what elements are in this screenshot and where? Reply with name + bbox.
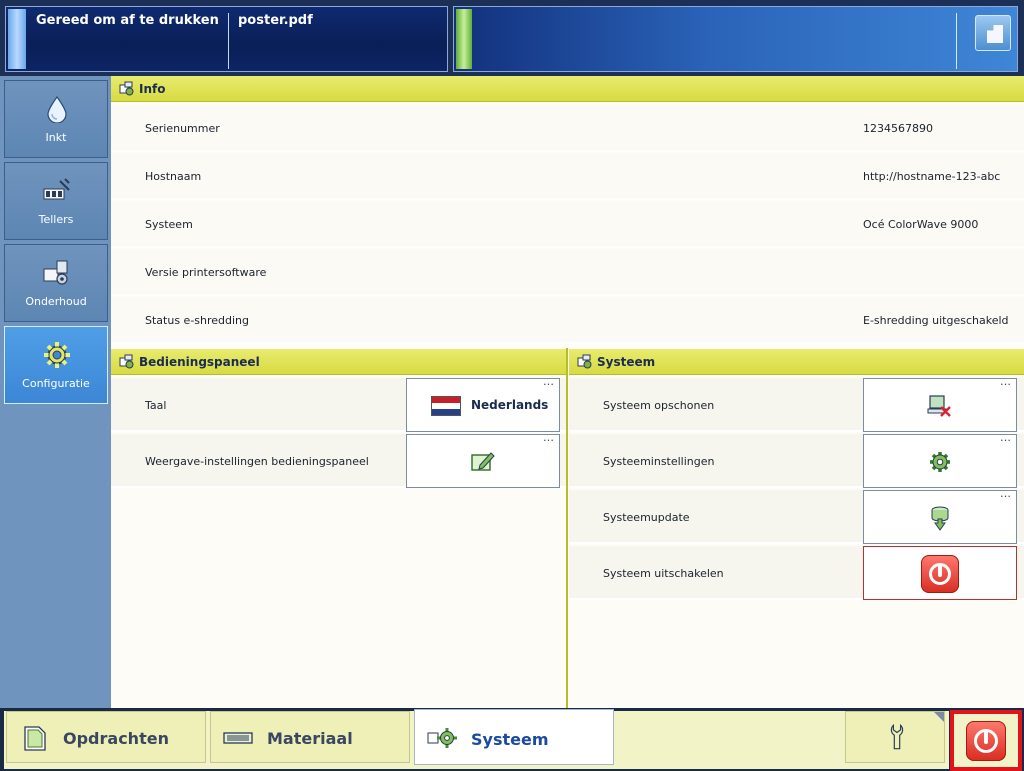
info-row: Systeem Océ ColorWave 9000: [111, 202, 1024, 248]
info-row: Hostnaam http://hostname-123-abc: [111, 154, 1024, 200]
tab-label: Systeem: [471, 730, 549, 749]
more-options-icon: …: [1000, 375, 1012, 388]
more-options-icon: …: [543, 431, 555, 444]
section-title: Bedieningspaneel: [139, 355, 260, 369]
power-off-button[interactable]: [950, 710, 1022, 771]
more-options-icon: …: [543, 375, 555, 388]
nav-label: Tellers: [38, 213, 74, 226]
more-options-icon: …: [1000, 487, 1012, 500]
display-settings-button[interactable]: …: [406, 431, 560, 488]
system-section-icon: [119, 81, 134, 96]
progress-stripe: [456, 9, 472, 69]
left-navigation: Inkt Tellers Onderhoud Configuratie: [0, 76, 111, 708]
info-row: Versie printersoftware: [111, 250, 1024, 296]
bottom-tab-bar: Opdrachten Materiaal Systeem: [0, 708, 1024, 771]
info-row: Serienummer 1234567890: [111, 106, 1024, 152]
setting-label: Systeemupdate: [603, 511, 690, 524]
system-shutdown-button[interactable]: [863, 546, 1017, 600]
status-stripe: [8, 9, 26, 69]
tab-label: Opdrachten: [63, 729, 169, 748]
nav-item-configuratie[interactable]: Configuratie: [4, 326, 108, 404]
tab-materiaal[interactable]: Materiaal: [210, 711, 410, 763]
media-icon: [223, 732, 253, 744]
nav-label: Inkt: [45, 131, 67, 144]
status-divider: [956, 13, 957, 69]
info-label: Hostnaam: [145, 170, 202, 183]
control-panel-section-header: Bedieningspaneel: [111, 349, 566, 375]
setting-label: Systeem uitschakelen: [603, 567, 724, 580]
system-settings-button[interactable]: …: [863, 431, 1017, 488]
info-label: Status e-shredding: [145, 314, 250, 327]
maintenance-icon: [43, 260, 68, 285]
nav-item-onderhoud[interactable]: Onderhoud: [4, 244, 108, 322]
more-options-icon: …: [1000, 431, 1012, 444]
edit-display-icon: [471, 452, 495, 471]
power-icon: [921, 555, 959, 593]
queue-toggle-button[interactable]: [975, 15, 1011, 51]
setting-label: Systeeminstellingen: [603, 455, 715, 468]
printer-state-text: Gereed om af te drukken: [36, 13, 219, 28]
info-row: Status e-shredding E-shredding uitgescha…: [111, 298, 1024, 344]
setting-label: Taal: [145, 399, 167, 412]
jobs-icon: [24, 726, 46, 751]
counters-icon: [43, 178, 70, 200]
setting-label: Systeem opschonen: [603, 399, 715, 412]
cleanup-icon: [927, 395, 951, 417]
printer-status-panel[interactable]: Gereed om af te drukken poster.pdf: [5, 6, 448, 72]
queue-icon: [987, 25, 1003, 43]
section-title: Info: [139, 82, 166, 96]
settings-gear-icon: [930, 452, 950, 472]
dutch-flag-icon: [431, 396, 461, 416]
section-title: Systeem: [597, 355, 656, 369]
status-divider: [228, 13, 229, 69]
column-divider: [566, 348, 568, 708]
info-section-header: Info: [111, 76, 1024, 102]
service-tools-button[interactable]: [845, 711, 945, 763]
info-value: http://hostname-123-abc: [863, 170, 1001, 183]
info-label: Serienummer: [145, 122, 220, 135]
more-corner-indicator: [934, 712, 944, 722]
system-section-icon: [577, 354, 592, 369]
status-bar: Gereed om af te drukken poster.pdf: [0, 0, 1024, 76]
nav-label: Onderhoud: [25, 295, 87, 308]
nav-item-inkt[interactable]: Inkt: [4, 80, 108, 158]
info-label: Versie printersoftware: [145, 266, 267, 279]
system-update-button[interactable]: …: [863, 487, 1017, 544]
info-value: 1234567890: [863, 122, 933, 135]
update-icon: [931, 506, 949, 531]
info-label: Systeem: [145, 218, 193, 231]
info-value: Océ ColorWave 9000: [863, 218, 979, 231]
nav-label: Configuratie: [22, 377, 90, 390]
info-value: E-shredding uitgeschakeld: [863, 314, 1009, 327]
ink-drop-icon: [47, 95, 67, 123]
job-progress-panel[interactable]: [453, 6, 1018, 72]
gear-icon: [44, 342, 70, 368]
main-content: Info Serienummer 1234567890 Hostnaam htt…: [111, 76, 1024, 708]
language-button[interactable]: … Nederlands: [406, 375, 560, 432]
setting-label: Weergave-instellingen bedieningspaneel: [145, 455, 369, 468]
system-section-header: Systeem: [569, 349, 1024, 375]
tab-opdrachten[interactable]: Opdrachten: [6, 711, 206, 763]
system-gears-icon: [427, 728, 457, 748]
wrench-icon: [890, 723, 904, 750]
tab-label: Materiaal: [267, 729, 353, 748]
system-cleanup-button[interactable]: …: [863, 375, 1017, 432]
power-icon: [966, 721, 1006, 761]
nav-item-tellers[interactable]: Tellers: [4, 162, 108, 240]
system-section-icon: [119, 354, 134, 369]
language-value: Nederlands: [471, 398, 549, 412]
current-file-name: poster.pdf: [238, 13, 313, 28]
tab-systeem[interactable]: Systeem: [414, 709, 614, 765]
